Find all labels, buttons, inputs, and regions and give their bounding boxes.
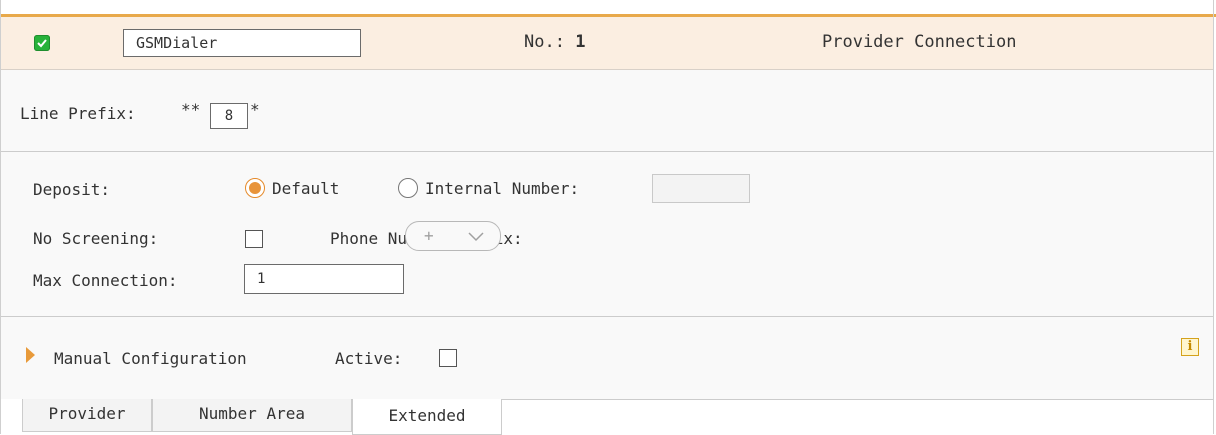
panel-frame — [0, 0, 1214, 434]
